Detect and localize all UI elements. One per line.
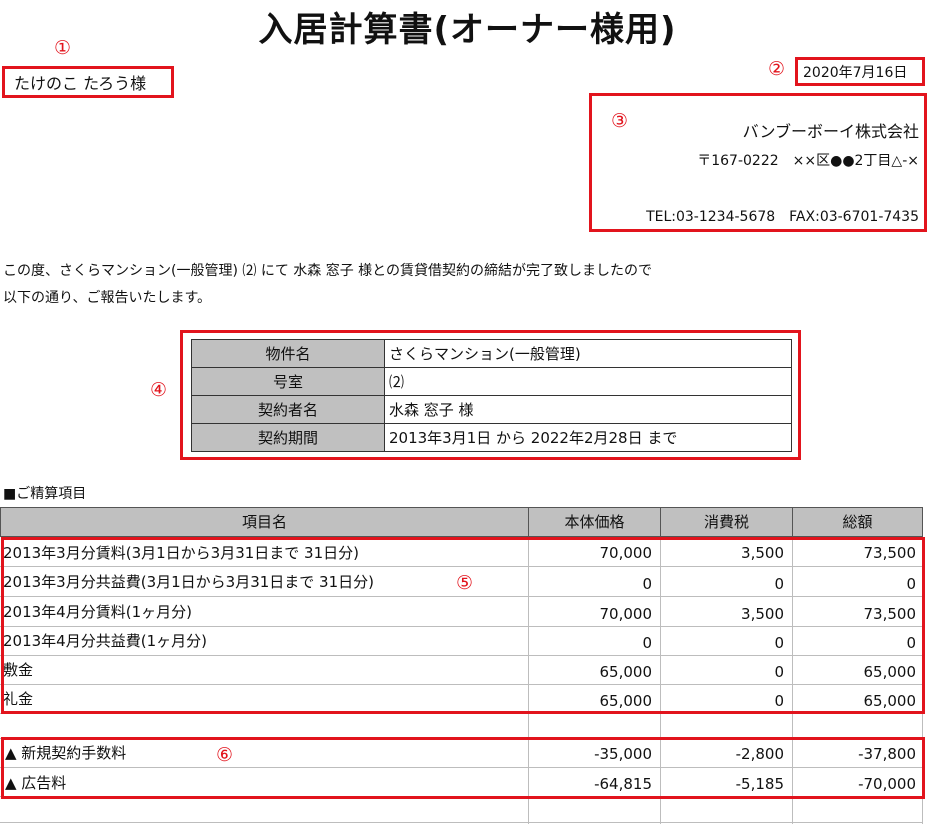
document-title: 入居計算書(オーナー様用) <box>258 10 677 50</box>
marker-2: ② <box>768 58 786 80</box>
grid-line <box>0 822 923 823</box>
marker-5: ⑤ <box>456 572 474 594</box>
marker-3: ③ <box>611 110 629 132</box>
intro-line-2: 以下の通り、ご報告いたします。 <box>3 290 212 306</box>
highlight-box-settlement-rows <box>1 537 925 714</box>
marker-1: ① <box>54 37 72 59</box>
intro-line-1: この度、さくらマンション(一般管理) ⑵ にて 水森 窓子 様との賃貸借契約の締… <box>3 263 653 279</box>
header-base-price: 本体価格 <box>528 507 661 537</box>
marker-6: ⑥ <box>216 744 234 766</box>
marker-4: ④ <box>150 379 168 401</box>
highlight-box-date <box>795 57 925 86</box>
highlight-box-property-info <box>180 330 801 460</box>
section-label: ■ご精算項目 <box>3 486 87 502</box>
highlight-box-deductions <box>1 737 925 799</box>
highlight-box-addressee <box>2 66 174 98</box>
header-total: 総額 <box>792 507 923 537</box>
highlight-box-sender <box>589 93 927 232</box>
header-item-name: 項目名 <box>0 507 529 537</box>
header-tax: 消費税 <box>660 507 793 537</box>
